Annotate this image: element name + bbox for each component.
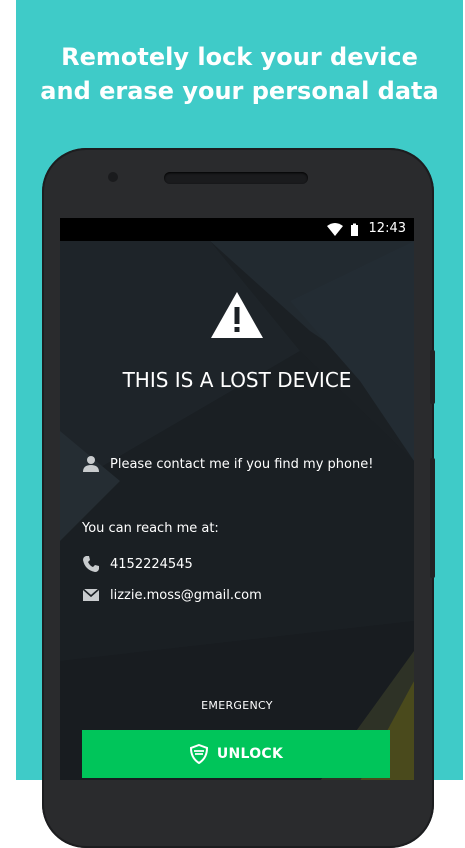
unlock-button[interactable]: UNLOCK (82, 730, 390, 778)
email-address[interactable]: lizzie.moss@gmail.com (110, 588, 262, 603)
person-icon (83, 456, 99, 472)
warning-icon (211, 292, 263, 338)
mail-icon (82, 588, 100, 601)
wifi-icon (327, 223, 343, 236)
volume-button (430, 458, 435, 578)
phone-row[interactable]: 4152224545 (82, 555, 193, 573)
promo-headline: Remotely lock your device and erase your… (16, 40, 463, 108)
shield-icon (189, 744, 208, 764)
emergency-button[interactable]: EMERGENCY (60, 699, 414, 712)
contact-message-row: Please contact me if you find my phone! (82, 455, 373, 473)
battery-icon (351, 223, 358, 236)
contact-message: Please contact me if you find my phone! (110, 456, 374, 472)
phone-number[interactable]: 4152224545 (110, 557, 193, 572)
status-bar: 12:43 (60, 218, 414, 241)
status-time: 12:43 (368, 221, 406, 236)
reach-label: You can reach me at: (82, 521, 219, 536)
power-button (430, 350, 435, 404)
earpiece-speaker (164, 172, 308, 184)
front-camera (108, 172, 118, 182)
email-row[interactable]: lizzie.moss@gmail.com (82, 586, 262, 604)
phone-icon (83, 556, 99, 572)
phone-screen: 12:43 THIS IS A LOST DEVICE Please conta… (60, 218, 414, 780)
lost-device-title: THIS IS A LOST DEVICE (122, 368, 352, 392)
headline-line-1: Remotely lock your device (61, 43, 418, 71)
unlock-label: UNLOCK (216, 746, 284, 762)
status-icons (326, 222, 362, 241)
headline-line-2: and erase your personal data (40, 77, 439, 105)
